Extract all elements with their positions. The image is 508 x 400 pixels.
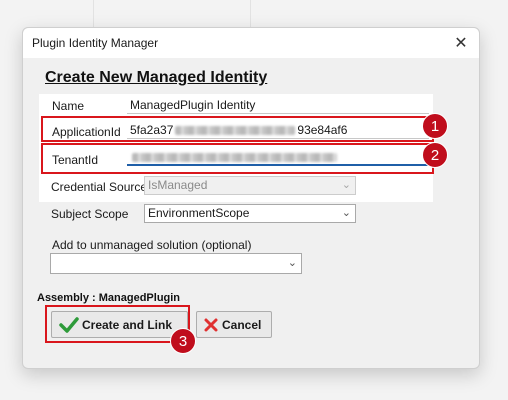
page-title: Create New Managed Identity: [45, 69, 268, 86]
cancel-label: Cancel: [222, 317, 262, 332]
subject-scope-dropdown[interactable]: EnvironmentScope ⌄: [144, 204, 356, 223]
callout-box-create-button: [45, 305, 190, 343]
callout-badge-3: 3: [170, 328, 196, 354]
credential-source-value: IsManaged: [148, 178, 208, 192]
callout-badge-1: 1: [422, 113, 448, 139]
dialog-title: Plugin Identity Manager: [32, 36, 159, 50]
callout-badge-2: 2: [422, 142, 448, 168]
cancel-button[interactable]: Cancel: [196, 311, 272, 338]
solution-dropdown[interactable]: ⌄: [50, 253, 302, 274]
callout-box-tenant-id: [41, 143, 434, 174]
name-label: Name: [52, 99, 85, 113]
chevron-down-icon: ⌄: [341, 179, 351, 191]
callout-box-application-id: [41, 116, 434, 142]
subject-scope-label: Subject Scope: [51, 207, 129, 221]
name-value: ManagedPlugin Identity: [130, 98, 256, 112]
chevron-down-icon: ⌄: [341, 207, 351, 219]
credential-source-dropdown: IsManaged ⌄: [144, 176, 356, 195]
background-divider-vertical: [250, 0, 251, 27]
title-bar: Plugin Identity Manager ✕: [23, 28, 479, 58]
name-field[interactable]: ManagedPlugin Identity: [127, 96, 429, 114]
assembly-label: Assembly : ManagedPlugin: [37, 292, 181, 304]
close-icon[interactable]: ✕: [451, 33, 471, 53]
chevron-down-icon: ⌄: [287, 257, 297, 269]
background-divider-vertical: [93, 0, 94, 27]
solution-label: Add to unmanaged solution (optional): [52, 238, 252, 252]
subject-scope-value: EnvironmentScope: [148, 206, 250, 220]
credential-source-label: Credential Source: [51, 180, 148, 194]
cancel-x-icon: [204, 318, 218, 331]
